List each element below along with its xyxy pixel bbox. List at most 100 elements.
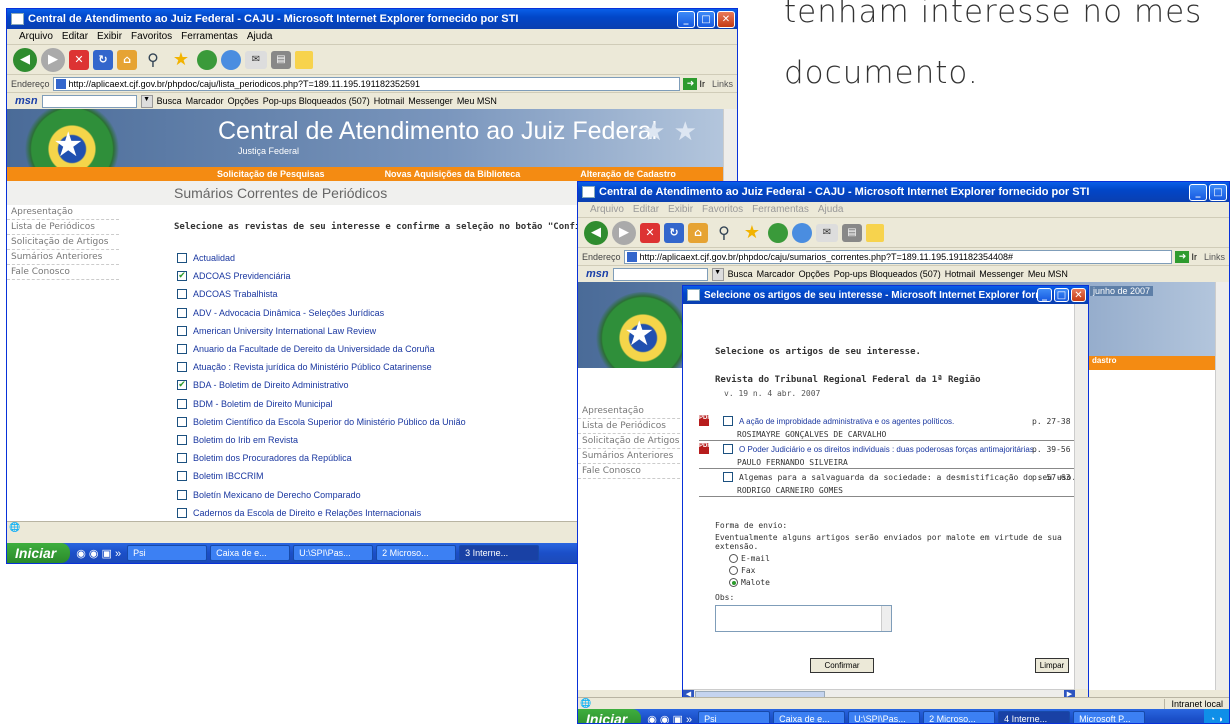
mail-icon[interactable]: ✉	[816, 223, 838, 242]
menu-exibir[interactable]: Exibir	[668, 204, 693, 215]
favorites-icon[interactable]: ★	[740, 221, 764, 245]
pdf-icon[interactable]: PDF	[699, 443, 711, 454]
journal-item[interactable]: Boletim Científico da Escola Superior do…	[177, 413, 466, 431]
radio-button[interactable]	[729, 554, 738, 563]
go-button[interactable]: ➜ Ir	[1175, 250, 1197, 263]
side-menu-lista-periodicos[interactable]: Lista de Periódicos	[578, 419, 690, 434]
window-titlebar[interactable]: Central de Atendimento ao Juiz Federal -…	[578, 182, 1229, 202]
side-menu-solicitacao-artigos[interactable]: Solicitação de Artigos	[578, 434, 690, 449]
delivery-option[interactable]: Fax	[729, 566, 1075, 575]
menu-ajuda[interactable]: Ajuda	[818, 204, 844, 215]
msn-busca-button[interactable]: Busca	[157, 96, 182, 106]
search-icon[interactable]: ⚲	[712, 221, 736, 245]
stop-icon[interactable]: ✕	[69, 49, 89, 70]
delivery-option[interactable]: E-mail	[729, 554, 1075, 563]
start-button[interactable]: Iniciar	[7, 543, 71, 563]
system-tray[interactable]: ◔ ◑	[1203, 709, 1229, 723]
task-psi[interactable]: Psi	[127, 545, 208, 561]
maximize-button[interactable]: □	[1054, 288, 1069, 302]
msn-hotmail-button[interactable]: Hotmail	[945, 269, 976, 279]
forward-icon[interactable]: ▶	[612, 220, 636, 245]
menu-editar[interactable]: Editar	[633, 204, 659, 215]
refresh-icon[interactable]: ↻	[664, 222, 684, 243]
address-input[interactable]: http://aplicaext.cjf.gov.br/phpdoc/caju/…	[623, 249, 1173, 264]
journal-item[interactable]: Boletim dos Procuradores da República	[177, 449, 466, 467]
menu-ajuda[interactable]: Ajuda	[247, 31, 273, 42]
refresh-icon[interactable]: ↻	[93, 49, 113, 70]
article-checkbox[interactable]	[723, 416, 733, 426]
close-button[interactable]: ✕	[717, 10, 735, 28]
msn-popups-button[interactable]: Pop-ups Bloqueados (507)	[834, 269, 941, 279]
side-menu-sumarios-anteriores[interactable]: Sumários Anteriores	[7, 250, 119, 265]
journal-item[interactable]: ✔ BDA - Boletim de Direito Administrativo	[177, 376, 466, 394]
journal-item[interactable]: American University International Law Re…	[177, 322, 466, 340]
journal-item[interactable]: Boletín Mexicano de Derecho Comparado	[177, 485, 466, 503]
journal-item[interactable]: ADCOAS Trabalhista	[177, 285, 466, 303]
msn-messenger-button[interactable]: Messenger	[979, 269, 1024, 279]
journal-checkbox[interactable]	[177, 253, 187, 264]
msn-meu-msn-button[interactable]: Meu MSN	[457, 96, 497, 106]
journal-name[interactable]: Boletim IBCCRIM	[193, 471, 264, 481]
menu-favoritos[interactable]: Favoritos	[702, 204, 743, 215]
side-menu-fale-conosco[interactable]: Fale Conosco	[7, 265, 119, 280]
task-word[interactable]: 2 Microso...	[923, 711, 996, 723]
journal-item[interactable]: Boletim IBCCRIM	[177, 467, 466, 485]
msn-logo[interactable]: msn	[586, 268, 609, 280]
journal-checkbox[interactable]	[177, 289, 187, 300]
delivery-option[interactable]: Malote	[729, 578, 1075, 587]
journal-checkbox[interactable]	[177, 471, 187, 482]
home-icon[interactable]: ⌂	[117, 49, 137, 70]
forward-icon[interactable]: ▶	[41, 47, 65, 72]
nav-alteracao-cadastro[interactable]: Alteração de Cadastro	[580, 169, 676, 179]
minimize-button[interactable]: _	[1189, 183, 1207, 201]
back-icon[interactable]: ◀	[584, 220, 608, 245]
journal-checkbox[interactable]	[177, 398, 187, 409]
journal-item[interactable]: BDM - Boletim de Direito Municipal	[177, 395, 466, 413]
msn-search-dropdown[interactable]: ▼	[140, 94, 153, 108]
popup-titlebar[interactable]: Selecione os artigos de seu interesse - …	[683, 286, 1088, 304]
menu-arquivo[interactable]: Arquivo	[19, 31, 53, 42]
menu-editar[interactable]: Editar	[62, 31, 88, 42]
window-titlebar[interactable]: Central de Atendimento ao Juiz Federal -…	[7, 9, 737, 29]
menu-ferramentas[interactable]: Ferramentas	[181, 31, 238, 42]
article-checkbox[interactable]	[723, 444, 733, 454]
msn-hotmail-button[interactable]: Hotmail	[374, 96, 405, 106]
radio-button[interactable]	[729, 578, 738, 587]
home-icon[interactable]: ⌂	[688, 222, 708, 243]
radio-button[interactable]	[729, 566, 738, 575]
nav-novas-aquisicoes[interactable]: Novas Aquisições da Biblioteca	[385, 169, 521, 179]
media-icon[interactable]	[768, 222, 788, 243]
side-menu-apresentacao[interactable]: Apresentação	[578, 404, 690, 419]
journal-item[interactable]: Atuação : Revista jurídica do Ministério…	[177, 358, 466, 376]
favorites-icon[interactable]: ★	[169, 48, 193, 72]
journal-name[interactable]: ADCOAS Trabalhista	[193, 289, 278, 299]
minimize-button[interactable]: _	[1037, 288, 1052, 302]
history-icon[interactable]	[792, 222, 812, 243]
msn-marcador-button[interactable]: Marcador	[757, 269, 795, 279]
task-spi[interactable]: U:\SPI\Pas...	[293, 545, 374, 561]
journal-name[interactable]: Cadernos da Escola de Direito e Relações…	[193, 508, 421, 518]
browser-window-sumarios[interactable]: Central de Atendimento ao Juiz Federal -…	[577, 181, 1230, 724]
msn-search-dropdown[interactable]: ▼	[711, 267, 724, 281]
msn-messenger-button[interactable]: Messenger	[408, 96, 453, 106]
journal-checkbox[interactable]	[177, 416, 187, 427]
quicklaunch-icons[interactable]: ◉ ◉ ▣ »	[644, 713, 695, 724]
history-icon[interactable]	[221, 49, 241, 70]
media-icon[interactable]	[197, 49, 217, 70]
nav-solicitacao-pesquisas[interactable]: Solicitação de Pesquisas	[217, 169, 325, 179]
journal-checkbox[interactable]	[177, 434, 187, 445]
journal-checkbox[interactable]	[177, 453, 187, 464]
address-input[interactable]: http://aplicaext.cjf.gov.br/phpdoc/caju/…	[52, 76, 681, 91]
article-title[interactable]: A ação de improbidade administrativa e o…	[739, 417, 954, 426]
menu-ferramentas[interactable]: Ferramentas	[752, 204, 809, 215]
mail-icon[interactable]: ✉	[245, 50, 267, 69]
side-menu-fale-conosco[interactable]: Fale Conosco	[578, 464, 690, 479]
side-menu-sumarios-anteriores[interactable]: Sumários Anteriores	[578, 449, 690, 464]
clear-button[interactable]: Limpar	[1035, 658, 1069, 673]
close-button[interactable]: ✕	[1071, 288, 1086, 302]
obs-textarea[interactable]	[715, 605, 892, 632]
journal-name[interactable]: BDM - Boletim de Direito Municipal	[193, 399, 333, 409]
task-powerpoint[interactable]: Microsoft P...	[1073, 711, 1146, 723]
msn-search-input[interactable]	[41, 94, 137, 108]
textarea-scrollbar[interactable]	[881, 606, 891, 631]
